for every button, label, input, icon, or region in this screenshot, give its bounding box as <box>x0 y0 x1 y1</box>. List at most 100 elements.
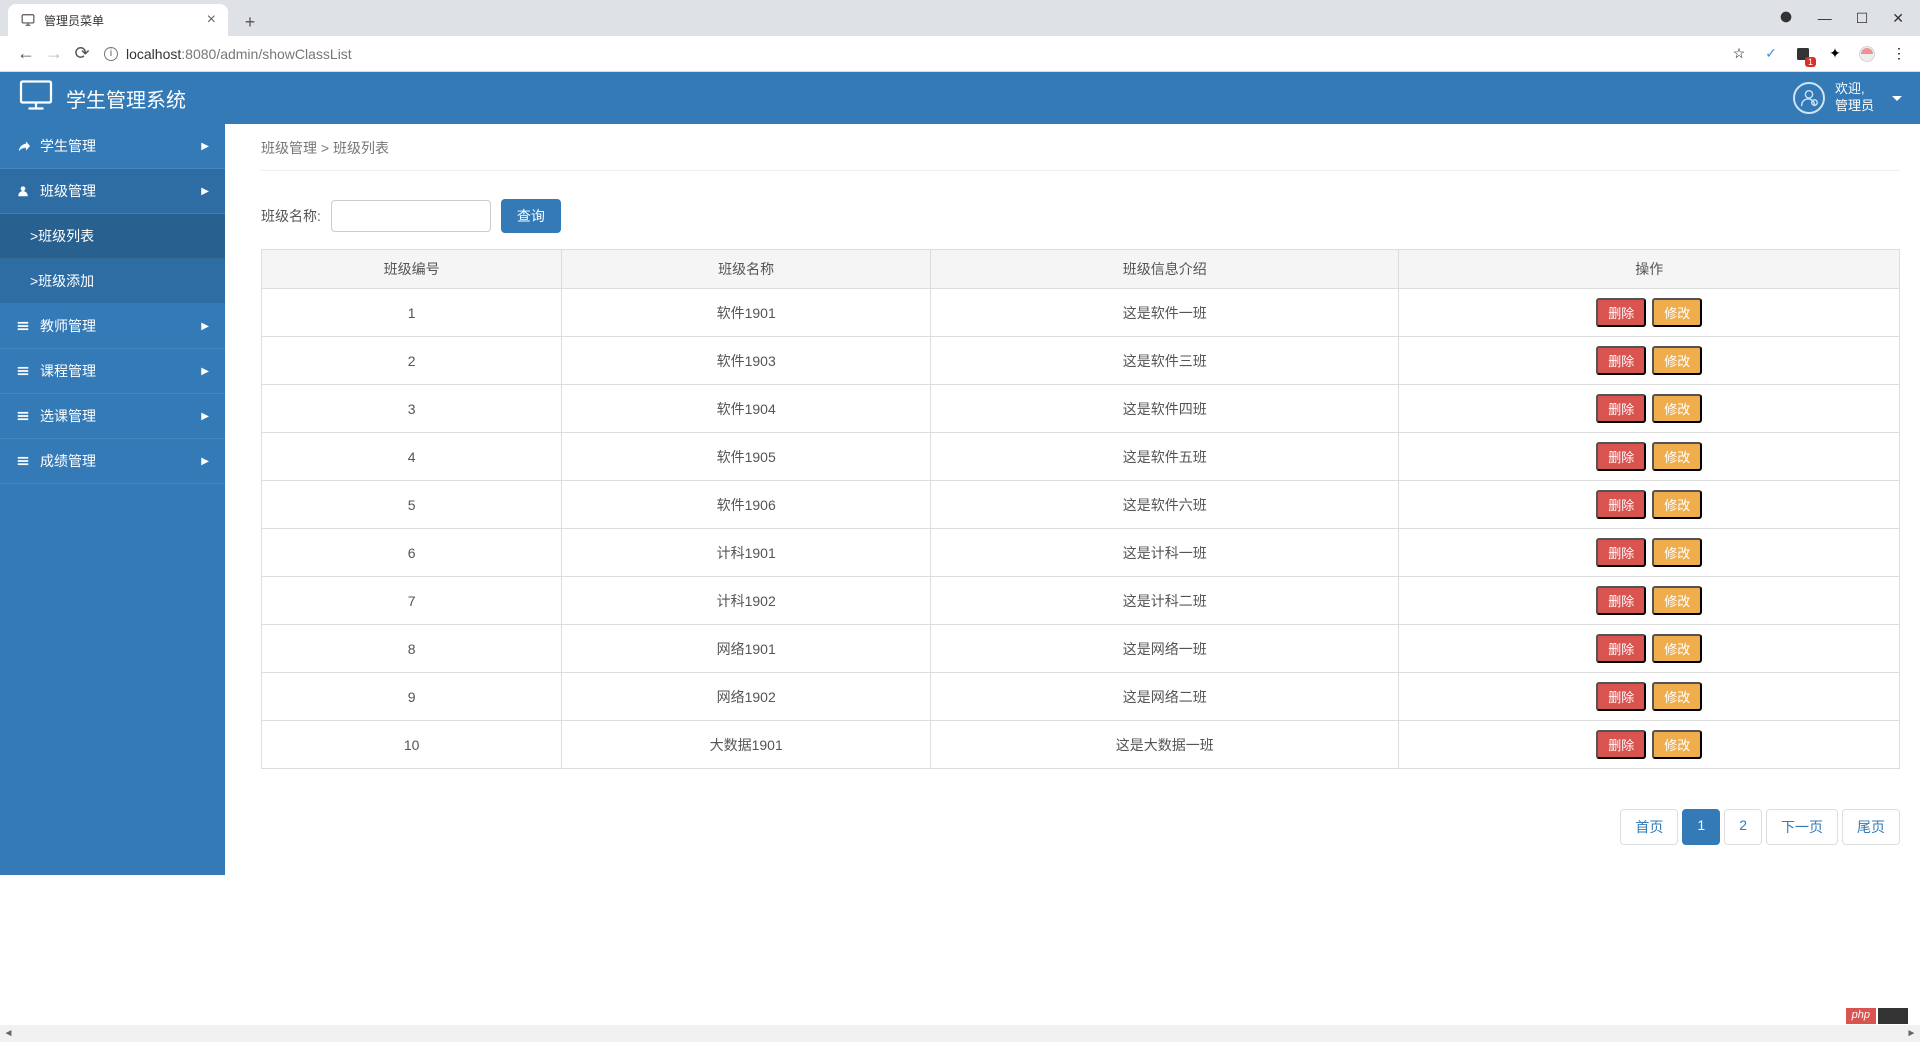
cell-desc: 这是网络二班 <box>931 673 1399 721</box>
search-label: 班级名称: <box>261 206 321 226</box>
url-bar[interactable]: i localhost:8080/admin/showClassList <box>104 40 1722 68</box>
cell-name: 网络1902 <box>562 673 931 721</box>
url-path: /admin/showClassList <box>216 46 351 62</box>
info-icon[interactable]: i <box>104 47 118 61</box>
close-window-icon[interactable]: ✕ <box>1892 10 1904 27</box>
url-port: :8080 <box>181 46 216 62</box>
cell-desc: 这是计科二班 <box>931 577 1399 625</box>
window-controls: — ☐ ✕ <box>1762 0 1920 36</box>
edit-button[interactable]: 修改 <box>1652 730 1702 759</box>
page-next[interactable]: 下一页 <box>1766 809 1838 845</box>
table-header: 班级信息介绍 <box>931 250 1399 289</box>
puzzle-icon[interactable]: ✦ <box>1826 45 1844 63</box>
class-name-input[interactable] <box>331 200 491 232</box>
edit-button[interactable]: 修改 <box>1652 490 1702 519</box>
forward-button[interactable]: → <box>40 40 68 68</box>
delete-button[interactable]: 删除 <box>1596 682 1646 711</box>
sidebar-item[interactable]: 课程管理▶ <box>0 349 225 394</box>
chevron-right-icon: ▶ <box>201 366 209 377</box>
delete-button[interactable]: 删除 <box>1596 538 1646 567</box>
edit-button[interactable]: 修改 <box>1652 538 1702 567</box>
sidebar-item[interactable]: 班级管理▶ <box>0 169 225 214</box>
cell-actions: 删除 修改 <box>1399 385 1900 433</box>
minimize-icon[interactable]: — <box>1818 10 1832 26</box>
cell-name: 网络1901 <box>562 625 931 673</box>
sidebar-sub-item[interactable]: >班级添加 <box>0 259 225 304</box>
delete-button[interactable]: 删除 <box>1596 634 1646 663</box>
browser-tab[interactable]: 管理员菜单 × <box>8 4 228 36</box>
table-row: 7 计科1902 这是计科二班 删除 修改 <box>262 577 1900 625</box>
list-icon <box>16 319 32 333</box>
scroll-left-icon[interactable]: ◄ <box>0 1025 17 1042</box>
cell-name: 软件1903 <box>562 337 931 385</box>
new-tab-button[interactable]: + <box>236 8 264 36</box>
reload-button[interactable]: ⟳ <box>68 40 96 68</box>
edit-button[interactable]: 修改 <box>1652 298 1702 327</box>
breadcrumb: 班级管理 > 班级列表 <box>261 138 1900 171</box>
sidebar-item[interactable]: 成绩管理▶ <box>0 439 225 484</box>
bird-icon[interactable]: ✓ <box>1762 45 1780 63</box>
delete-button[interactable]: 删除 <box>1596 586 1646 615</box>
table-row: 1 软件1901 这是软件一班 删除 修改 <box>262 289 1900 337</box>
page-1[interactable]: 1 <box>1682 809 1720 845</box>
pagination: 首页 1 2 下一页 尾页 <box>261 809 1900 845</box>
bottom-badges: php <box>1846 1008 1908 1024</box>
chevron-right-icon: ▶ <box>201 321 209 332</box>
sidebar-item[interactable]: 教师管理▶ <box>0 304 225 349</box>
table-row: 9 网络1902 这是网络二班 删除 修改 <box>262 673 1900 721</box>
app-header: 学生管理系统 欢迎, 管理员 <box>0 72 1920 124</box>
search-button[interactable]: 查询 <box>501 199 561 233</box>
cell-id: 4 <box>262 433 562 481</box>
sidebar-item[interactable]: 选课管理▶ <box>0 394 225 439</box>
table-row: 2 软件1903 这是软件三班 删除 修改 <box>262 337 1900 385</box>
edit-button[interactable]: 修改 <box>1652 346 1702 375</box>
breadcrumb-parent[interactable]: 班级管理 <box>261 140 317 156</box>
tab-title: 管理员菜单 <box>44 12 199 29</box>
cell-name: 大数据1901 <box>562 721 931 769</box>
user-greeting: 欢迎, 管理员 <box>1835 81 1874 115</box>
delete-button[interactable]: 删除 <box>1596 298 1646 327</box>
user-menu[interactable]: 欢迎, 管理员 <box>1793 81 1902 115</box>
breadcrumb-current: 班级列表 <box>333 140 389 156</box>
delete-button[interactable]: 删除 <box>1596 394 1646 423</box>
delete-button[interactable]: 删除 <box>1596 346 1646 375</box>
cell-id: 10 <box>262 721 562 769</box>
circle-icon[interactable] <box>1778 9 1794 28</box>
back-button[interactable]: ← <box>12 40 40 68</box>
extension-badge: 1 <box>1805 57 1816 67</box>
delete-button[interactable]: 删除 <box>1596 442 1646 471</box>
horizontal-scrollbar[interactable]: ◄ ► <box>0 1025 1920 1042</box>
edit-button[interactable]: 修改 <box>1652 394 1702 423</box>
delete-button[interactable]: 删除 <box>1596 490 1646 519</box>
close-icon[interactable]: × <box>207 11 216 29</box>
extension-icon[interactable]: 1 <box>1794 45 1812 63</box>
php-badge[interactable]: php <box>1846 1008 1876 1024</box>
scroll-right-icon[interactable]: ► <box>1903 1025 1920 1042</box>
star-icon[interactable]: ☆ <box>1730 45 1748 63</box>
sidebar-sub-item[interactable]: >班级列表 <box>0 214 225 259</box>
cell-desc: 这是大数据一班 <box>931 721 1399 769</box>
list-icon <box>16 364 32 378</box>
profile-icon[interactable] <box>1858 45 1876 63</box>
page-2[interactable]: 2 <box>1724 809 1762 845</box>
cell-id: 3 <box>262 385 562 433</box>
page-last[interactable]: 尾页 <box>1842 809 1900 845</box>
sidebar-item[interactable]: 学生管理▶ <box>0 124 225 169</box>
monitor-icon <box>18 77 54 119</box>
edit-button[interactable]: 修改 <box>1652 682 1702 711</box>
edit-button[interactable]: 修改 <box>1652 634 1702 663</box>
table-row: 10 大数据1901 这是大数据一班 删除 修改 <box>262 721 1900 769</box>
delete-button[interactable]: 删除 <box>1596 730 1646 759</box>
page-first[interactable]: 首页 <box>1620 809 1678 845</box>
app-logo: 学生管理系统 <box>18 77 186 119</box>
cell-id: 9 <box>262 673 562 721</box>
browser-tab-bar: 管理员菜单 × + — ☐ ✕ <box>0 0 1920 36</box>
maximize-icon[interactable]: ☐ <box>1856 10 1869 27</box>
dark-badge[interactable] <box>1878 1008 1908 1024</box>
menu-icon[interactable]: ⋮ <box>1890 45 1908 63</box>
edit-button[interactable]: 修改 <box>1652 442 1702 471</box>
list-icon <box>16 454 32 468</box>
edit-button[interactable]: 修改 <box>1652 586 1702 615</box>
cell-name: 软件1905 <box>562 433 931 481</box>
cell-actions: 删除 修改 <box>1399 625 1900 673</box>
